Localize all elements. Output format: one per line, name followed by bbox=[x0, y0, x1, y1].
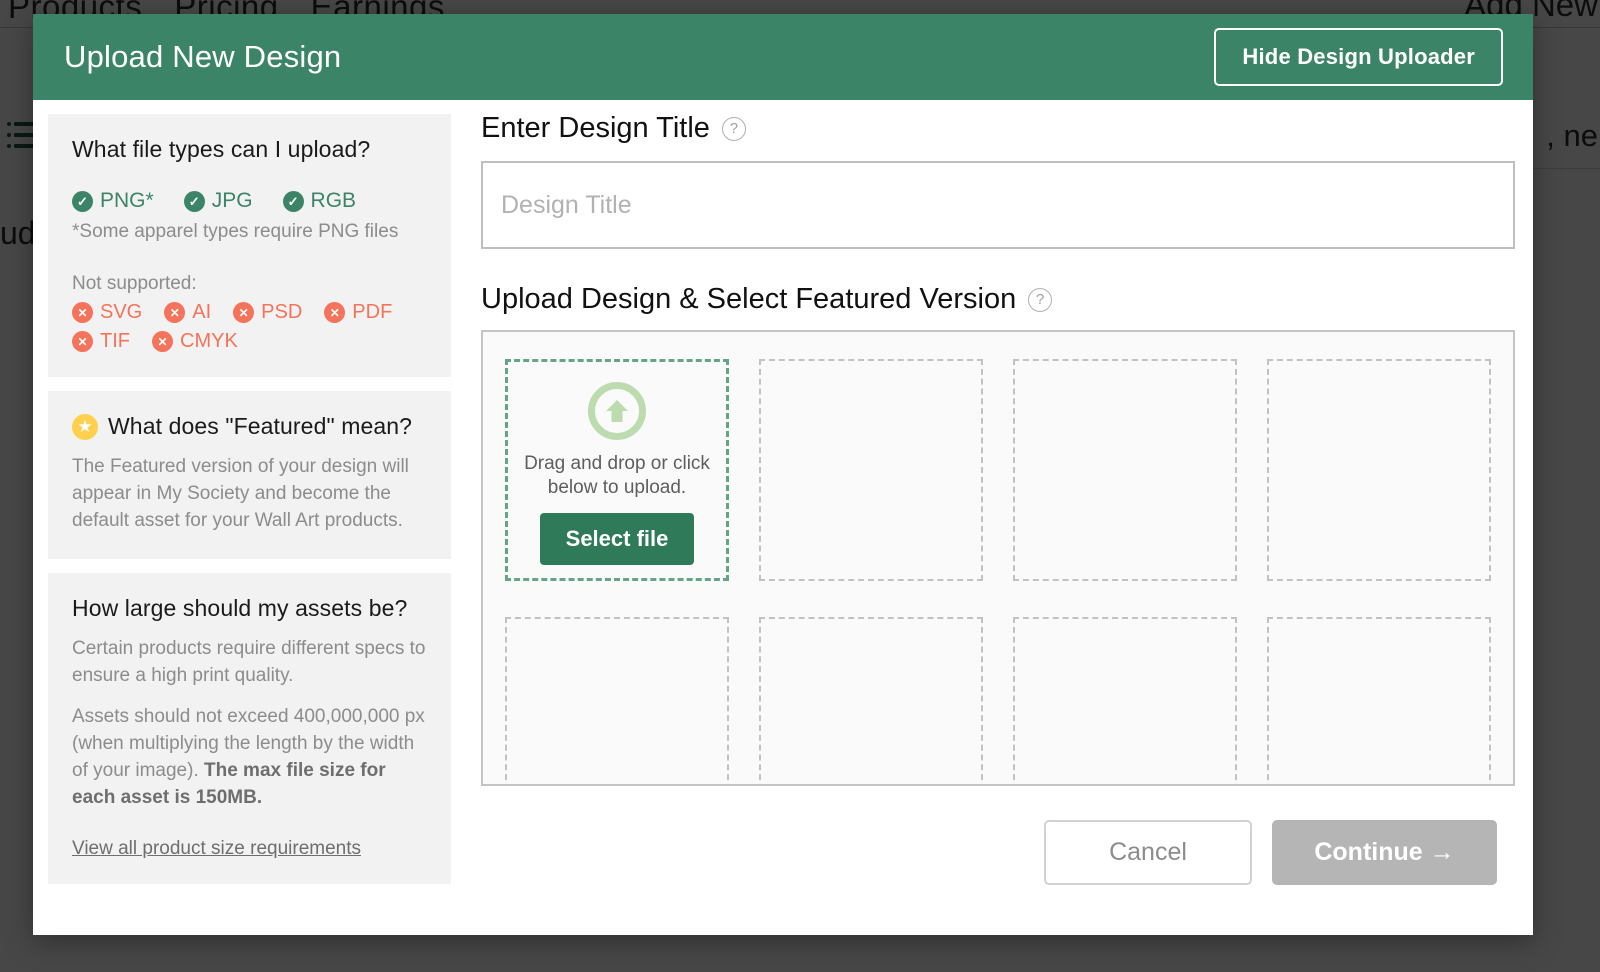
empty-asset-slot[interactable] bbox=[1013, 359, 1237, 581]
view-size-requirements-link[interactable]: View all product size requirements bbox=[72, 838, 361, 860]
x-circle-icon: ✕ bbox=[164, 302, 186, 323]
cancel-button[interactable]: Cancel bbox=[1044, 820, 1252, 885]
empty-asset-slot[interactable] bbox=[759, 617, 983, 784]
unsupported-type-psd: ✕ PSD bbox=[233, 301, 302, 324]
supported-file-types-list: ✓ PNG* ✓ JPG ✓ RGB bbox=[72, 189, 427, 213]
question-circle-icon[interactable]: ? bbox=[1028, 287, 1053, 312]
upload-design-modal: Upload New Design Hide Design Uploader W… bbox=[33, 14, 1533, 935]
supported-type-rgb: ✓ RGB bbox=[282, 189, 357, 213]
unsupported-type-tif-label: TIF bbox=[100, 330, 130, 352]
upload-arrow-circle-icon bbox=[588, 382, 646, 440]
featured-meaning-card: ★ What does "Featured" mean? The Feature… bbox=[48, 391, 451, 559]
unsupported-type-tif: ✕ TIF bbox=[72, 330, 130, 353]
modal-header: Upload New Design Hide Design Uploader bbox=[33, 14, 1533, 100]
modal-footer: Cancel Continue → bbox=[481, 786, 1515, 885]
unsupported-type-cmyk: ✕ CMYK bbox=[152, 330, 238, 353]
select-file-button[interactable]: Select file bbox=[539, 512, 695, 565]
not-supported-row-2: ✕ TIF ✕ CMYK bbox=[72, 330, 427, 353]
featured-meaning-title: What does "Featured" mean? bbox=[108, 413, 413, 439]
design-title-input[interactable] bbox=[481, 161, 1515, 249]
supported-type-jpg: ✓ JPG bbox=[183, 189, 253, 213]
empty-asset-slot[interactable] bbox=[759, 359, 983, 581]
asset-size-para-2: Assets should not exceed 400,000,000 px … bbox=[72, 704, 427, 812]
continue-button[interactable]: Continue → bbox=[1272, 820, 1497, 885]
upload-section-header: Upload Design & Select Featured Version … bbox=[481, 283, 1515, 316]
not-supported-label: Not supported: bbox=[72, 273, 197, 294]
file-types-card: What file types can I upload? ✓ PNG* ✓ J… bbox=[48, 114, 451, 377]
unsupported-type-pdf-label: PDF bbox=[352, 301, 393, 323]
supported-type-png-label: PNG* bbox=[100, 189, 154, 212]
x-circle-icon: ✕ bbox=[152, 331, 173, 352]
unsupported-type-ai: ✕ AI bbox=[164, 301, 211, 324]
empty-asset-slot[interactable] bbox=[1267, 617, 1491, 784]
check-circle-icon: ✓ bbox=[282, 190, 304, 212]
x-circle-icon: ✕ bbox=[233, 302, 255, 323]
unsupported-type-ai-label: AI bbox=[192, 301, 212, 323]
file-types-title: What file types can I upload? bbox=[72, 136, 371, 162]
asset-size-para-1: Certain products require different specs… bbox=[72, 637, 426, 686]
unsupported-type-pdf: ✕ PDF bbox=[324, 301, 392, 324]
x-circle-icon: ✕ bbox=[324, 302, 346, 323]
star-icon: ★ bbox=[72, 413, 98, 440]
supported-type-png: ✓ PNG* bbox=[72, 189, 154, 213]
upload-section-heading: Upload Design & Select Featured Version bbox=[481, 283, 1017, 315]
asset-size-card: How large should my assets be? Certain p… bbox=[48, 572, 451, 884]
empty-asset-slot[interactable] bbox=[1267, 359, 1491, 581]
featured-meaning-title-row: ★ What does "Featured" mean? bbox=[72, 413, 427, 440]
x-circle-icon: ✕ bbox=[72, 331, 93, 352]
unsupported-type-cmyk-label: CMYK bbox=[180, 330, 238, 352]
design-title-section-header: Enter Design Title ? bbox=[481, 112, 1515, 145]
check-circle-icon: ✓ bbox=[183, 190, 205, 212]
question-circle-icon[interactable]: ? bbox=[721, 116, 746, 141]
unsupported-type-svg: ✕ SVG bbox=[72, 301, 142, 324]
design-title-heading: Enter Design Title bbox=[481, 112, 710, 144]
supported-type-jpg-label: JPG bbox=[211, 189, 253, 212]
dropzone-instruction: Drag and drop or click below to upload. bbox=[524, 453, 710, 498]
upload-grid-container: Drag and drop or click below to upload. … bbox=[481, 330, 1515, 786]
featured-meaning-body: The Featured version of your design will… bbox=[72, 456, 409, 531]
not-supported-row-1: ✕ SVG ✕ AI ✕ PSD ✕ PDF bbox=[72, 301, 427, 324]
check-circle-icon: ✓ bbox=[72, 190, 93, 212]
modal-title: Upload New Design bbox=[64, 39, 342, 74]
info-sidebar: What file types can I upload? ✓ PNG* ✓ J… bbox=[33, 100, 465, 935]
unsupported-type-psd-label: PSD bbox=[261, 301, 303, 323]
modal-body: What file types can I upload? ✓ PNG* ✓ J… bbox=[33, 100, 1533, 935]
main-panel: Enter Design Title ? Upload Design & Sel… bbox=[465, 100, 1533, 935]
x-circle-icon: ✕ bbox=[72, 302, 93, 323]
png-note: *Some apparel types require PNG files bbox=[72, 221, 399, 242]
supported-type-rgb-label: RGB bbox=[310, 189, 357, 212]
asset-size-title: How large should my assets be? bbox=[72, 594, 408, 621]
unsupported-type-svg-label: SVG bbox=[100, 301, 143, 323]
dropzone-slot[interactable]: Drag and drop or click below to upload. … bbox=[505, 359, 729, 581]
empty-asset-slot[interactable] bbox=[505, 617, 729, 784]
upload-grid: Drag and drop or click below to upload. … bbox=[505, 359, 1491, 784]
hide-design-uploader-button[interactable]: Hide Design Uploader bbox=[1214, 28, 1503, 86]
empty-asset-slot[interactable] bbox=[1013, 617, 1237, 784]
